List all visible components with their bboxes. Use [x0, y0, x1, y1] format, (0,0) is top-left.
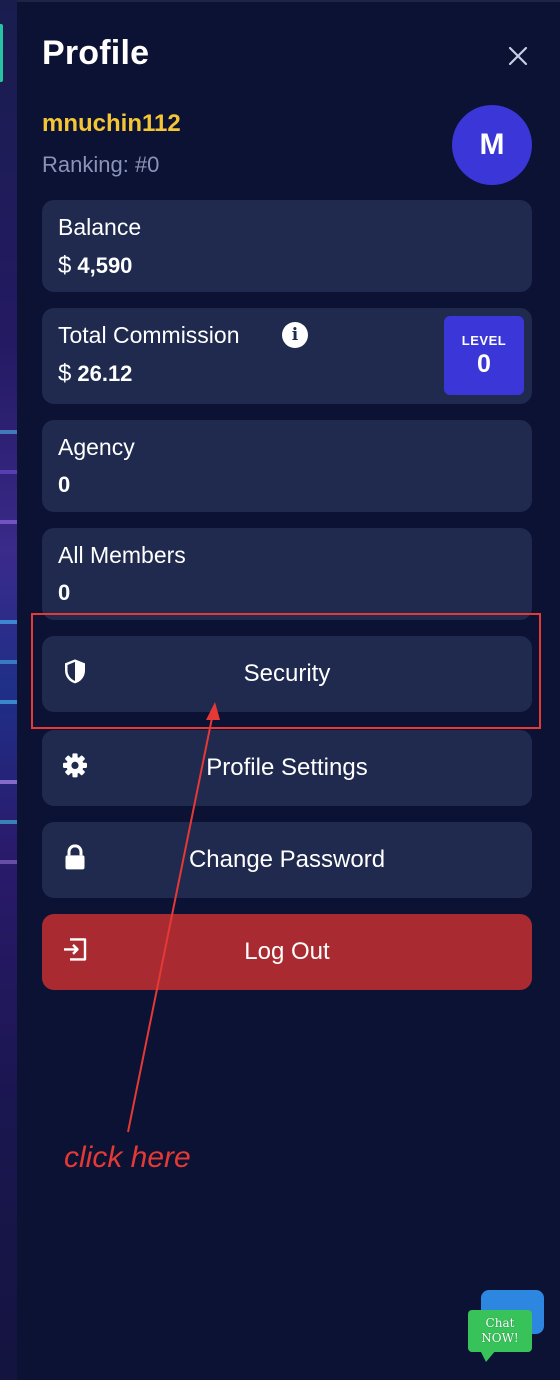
security-button[interactable]: Security: [42, 636, 532, 712]
balance-amount: 4,590: [77, 253, 133, 278]
logout-label: Log Out: [244, 938, 330, 965]
change-password-label: Change Password: [188, 846, 386, 873]
background-glow: [0, 430, 17, 434]
commission-label: Total Commission: [58, 322, 240, 348]
profile-settings-label: Profile Settings: [206, 754, 368, 781]
agency-value: 0: [58, 472, 71, 497]
background-page-edge: [0, 0, 17, 1380]
commission-value: $26.12: [58, 360, 132, 388]
chat-now-button[interactable]: Chat NOW!: [466, 1290, 546, 1365]
agency-card: Agency 0: [42, 420, 532, 512]
background-glow: [0, 700, 17, 704]
page-title: Profile: [42, 34, 150, 72]
chat-line-2: NOW!: [481, 1331, 519, 1345]
ranking-text: Ranking: #0: [42, 152, 160, 177]
security-label: Security: [243, 660, 331, 687]
avatar[interactable]: M: [452, 105, 532, 185]
background-glow: [0, 470, 17, 474]
logout-button[interactable]: Log Out: [42, 914, 532, 990]
commission-card: Total Commission i $26.12 LEVEL 0: [42, 308, 532, 404]
commission-amount: 26.12: [77, 361, 133, 386]
background-glow: [0, 860, 17, 864]
close-icon: [508, 46, 528, 66]
gear-icon: [62, 752, 88, 778]
chat-bubble: Chat NOW!: [468, 1310, 532, 1352]
members-label: All Members: [58, 542, 186, 568]
balance-value: $4,590: [58, 252, 132, 280]
currency-symbol: $: [58, 360, 72, 387]
lock-icon: [62, 844, 88, 870]
level-badge: LEVEL 0: [444, 316, 524, 395]
background-glow: [0, 820, 17, 824]
background-tab-accent: [0, 24, 3, 82]
members-value: 0: [58, 580, 71, 605]
level-label: LEVEL: [461, 332, 507, 348]
level-value: 0: [477, 349, 491, 378]
shield-icon: [62, 658, 88, 684]
annotation-text: click here: [64, 1141, 191, 1174]
chat-line-1: Chat: [485, 1316, 515, 1330]
background-glow: [0, 520, 17, 524]
close-button[interactable]: [503, 41, 533, 71]
background-glow: [0, 660, 17, 664]
drawer-top-border: [17, 0, 560, 2]
currency-symbol: $: [58, 252, 72, 279]
agency-label: Agency: [58, 434, 135, 460]
info-icon[interactable]: i: [282, 322, 308, 348]
members-card: All Members 0: [42, 528, 532, 620]
username: mnuchin112: [42, 110, 181, 137]
background-glow: [0, 620, 17, 624]
chat-bubble-tail: [480, 1350, 496, 1362]
balance-card: Balance $4,590: [42, 200, 532, 292]
change-password-button[interactable]: Change Password: [42, 822, 532, 898]
balance-label: Balance: [58, 214, 142, 240]
profile-settings-button[interactable]: Profile Settings: [42, 730, 532, 806]
logout-icon: [62, 936, 88, 962]
background-glow: [0, 780, 17, 784]
